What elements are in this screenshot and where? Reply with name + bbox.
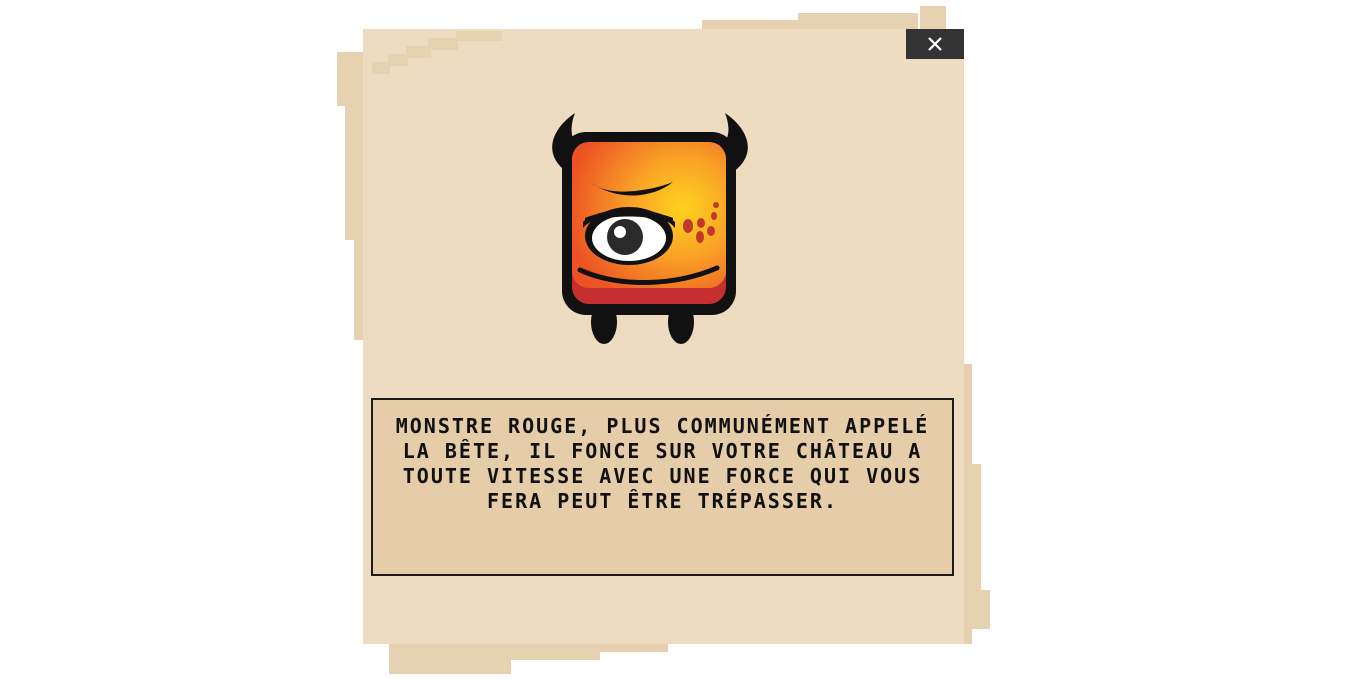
parchment-shadow: [456, 31, 502, 41]
parchment-shadow: [428, 38, 458, 50]
parchment-shadow: [389, 640, 511, 674]
close-button[interactable]: [906, 29, 964, 59]
game-screen: Monstre rouge, plus communément appelé l…: [0, 0, 1350, 680]
parchment-shadow: [388, 54, 408, 66]
parchment-shadow: [960, 590, 990, 629]
description-box: Monstre rouge, plus communément appelé l…: [371, 398, 954, 576]
red-monster-icon: [545, 110, 755, 346]
monster-description: Monstre rouge, plus communément appelé l…: [395, 414, 930, 513]
close-icon: [927, 36, 943, 52]
